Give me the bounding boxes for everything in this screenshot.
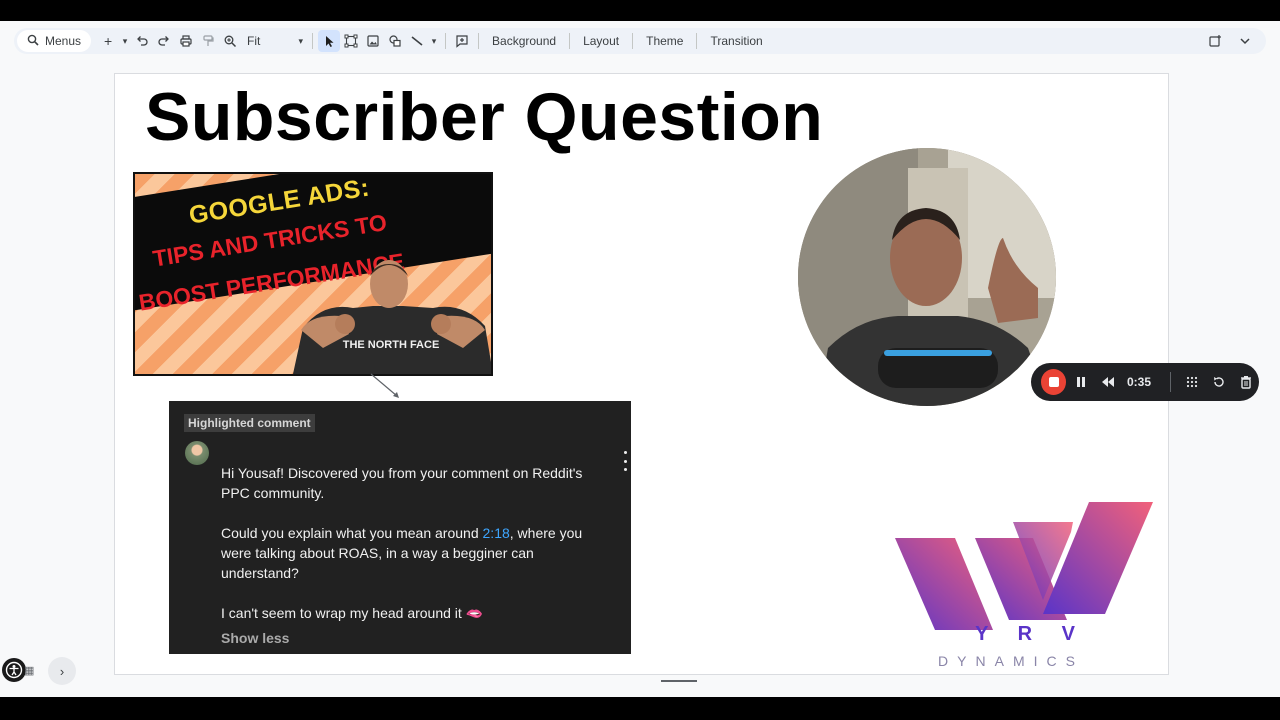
- comment-text: I can't seem to wrap my head around it: [221, 605, 462, 621]
- accessibility-button[interactable]: [2, 658, 26, 682]
- zoom-value: Fit: [247, 34, 261, 48]
- timestamp-link: 2:18: [482, 525, 510, 541]
- recording-controls: 0:35: [1031, 363, 1259, 401]
- print-button[interactable]: [175, 30, 197, 52]
- zoom-select[interactable]: Fit ▾: [243, 34, 307, 48]
- toolbar-divider: [478, 33, 480, 49]
- webcam-video-image: [798, 148, 1056, 406]
- line-type-dropdown[interactable]: ▾: [428, 30, 440, 52]
- comment-body: Hi Yousaf! Discovered you from your comm…: [221, 463, 611, 643]
- new-slide-layout-dropdown[interactable]: ▾: [119, 30, 131, 52]
- yrv-dynamics-logo[interactable]: Y R V DYNAMICS: [893, 502, 1155, 672]
- shapes-icon: [389, 35, 401, 47]
- slides-editor: Menus + ▾ Fit ▾ ▾ Background Layout Them…: [0, 21, 1280, 697]
- comment-paragraph-1: Hi Yousaf! Discovered you from your comm…: [221, 465, 583, 501]
- rewind-icon: [1102, 377, 1115, 387]
- line-button[interactable]: [406, 30, 428, 52]
- pause-icon: [1076, 377, 1085, 387]
- zoom-icon: [224, 35, 237, 48]
- toolbar-divider: [445, 33, 447, 49]
- paint-format-icon: [203, 35, 214, 46]
- insert-image-button[interactable]: [362, 30, 384, 52]
- toolbar-divider: [696, 33, 698, 49]
- slide-title[interactable]: Subscriber Question: [145, 78, 823, 156]
- pause-button[interactable]: [1068, 369, 1093, 395]
- transition-button[interactable]: Transition: [702, 34, 770, 48]
- caret-down-icon: ▾: [431, 35, 437, 46]
- insert-slide-button[interactable]: [1204, 30, 1226, 52]
- recording-timer: 0:35: [1126, 375, 1152, 389]
- zoom-button[interactable]: [219, 30, 241, 52]
- add-comment-button[interactable]: [451, 30, 473, 52]
- stop-icon: [1048, 377, 1059, 387]
- layout-button[interactable]: Layout: [575, 34, 627, 48]
- comment-paragraph-2: Could you explain what you mean around 2…: [221, 523, 611, 583]
- divider: [1170, 372, 1171, 392]
- caret-down-icon: ▾: [122, 35, 128, 46]
- grid-view-icon[interactable]: ▦: [24, 664, 34, 677]
- toolbar-divider: [632, 33, 634, 49]
- toolbar: Menus + ▾ Fit ▾ ▾ Background Layout Them…: [14, 28, 1266, 54]
- redo-icon: [158, 36, 169, 46]
- toolbar-divider: [312, 33, 314, 49]
- thumbnail-person-image: THE NORTH FACE: [293, 260, 491, 374]
- paint-format-button[interactable]: [197, 30, 219, 52]
- youtube-comment-screenshot[interactable]: Highlighted comment Hi Yousaf! Discovere…: [169, 401, 631, 654]
- show-less-link: Show less: [221, 630, 290, 646]
- trash-icon: [1241, 376, 1252, 389]
- image-icon: [367, 35, 379, 47]
- logo-subtitle: DYNAMICS: [938, 653, 1084, 669]
- delete-recording-button[interactable]: [1234, 369, 1259, 395]
- redo-button[interactable]: [153, 30, 175, 52]
- line-icon: [411, 36, 423, 46]
- add-to-slide-icon: [1209, 35, 1221, 47]
- logo-letters: Y R V: [975, 623, 1087, 645]
- accessibility-icon: [5, 661, 23, 679]
- text-box-button[interactable]: [340, 30, 362, 52]
- toolbar-right: [1204, 30, 1256, 52]
- rewind-button[interactable]: [1096, 369, 1121, 395]
- emoji: 🫦: [465, 605, 484, 621]
- search-icon: [27, 34, 39, 49]
- connector-arrow[interactable]: [365, 372, 405, 402]
- background-button[interactable]: Background: [484, 34, 564, 48]
- expand-filmstrip-button[interactable]: ›: [48, 657, 76, 685]
- highlighted-comment-badge: Highlighted comment: [184, 414, 315, 432]
- collapse-toolbar-button[interactable]: [1234, 30, 1256, 52]
- stop-recording-button[interactable]: [1041, 369, 1067, 395]
- comment-text: Could you explain what you mean around: [221, 525, 483, 541]
- cursor-arrow-icon: [326, 36, 334, 47]
- undo-button[interactable]: [131, 30, 153, 52]
- dots-grid-icon: [1186, 376, 1197, 388]
- comment-paragraph-3: I can't seem to wrap my head around it 🫦: [221, 603, 611, 623]
- print-icon: [180, 35, 192, 47]
- speaker-notes-drag-handle[interactable]: [661, 680, 697, 682]
- more-options-icon: [621, 451, 629, 471]
- restart-icon: [1213, 377, 1224, 387]
- slide-canvas[interactable]: Subscriber Question GOOGLE ADS: TIPS AND…: [114, 73, 1169, 675]
- chevron-down-icon: [1240, 38, 1250, 45]
- new-slide-button[interactable]: +: [97, 30, 119, 52]
- plus-icon: +: [103, 33, 113, 49]
- thumbnail-shirt-text: THE NORTH FACE: [343, 339, 440, 351]
- theme-button[interactable]: Theme: [638, 34, 691, 48]
- text-box-icon: [344, 34, 358, 48]
- avatar: [185, 441, 209, 465]
- caret-down-icon: ▾: [298, 35, 304, 46]
- video-thumbnail-image[interactable]: GOOGLE ADS: TIPS AND TRICKS TO BOOST PER…: [133, 172, 493, 376]
- camera-effects-button[interactable]: [1179, 369, 1204, 395]
- undo-icon: [137, 36, 148, 46]
- restart-button[interactable]: [1206, 369, 1231, 395]
- webcam-bubble[interactable]: [798, 148, 1056, 406]
- chevron-right-icon: ›: [59, 663, 65, 679]
- toolbar-divider: [569, 33, 571, 49]
- shape-button[interactable]: [384, 30, 406, 52]
- add-comment-icon: [456, 35, 468, 48]
- select-tool-button[interactable]: [318, 30, 341, 52]
- menus-search-button[interactable]: Menus: [17, 30, 92, 52]
- menus-label: Menus: [45, 34, 82, 48]
